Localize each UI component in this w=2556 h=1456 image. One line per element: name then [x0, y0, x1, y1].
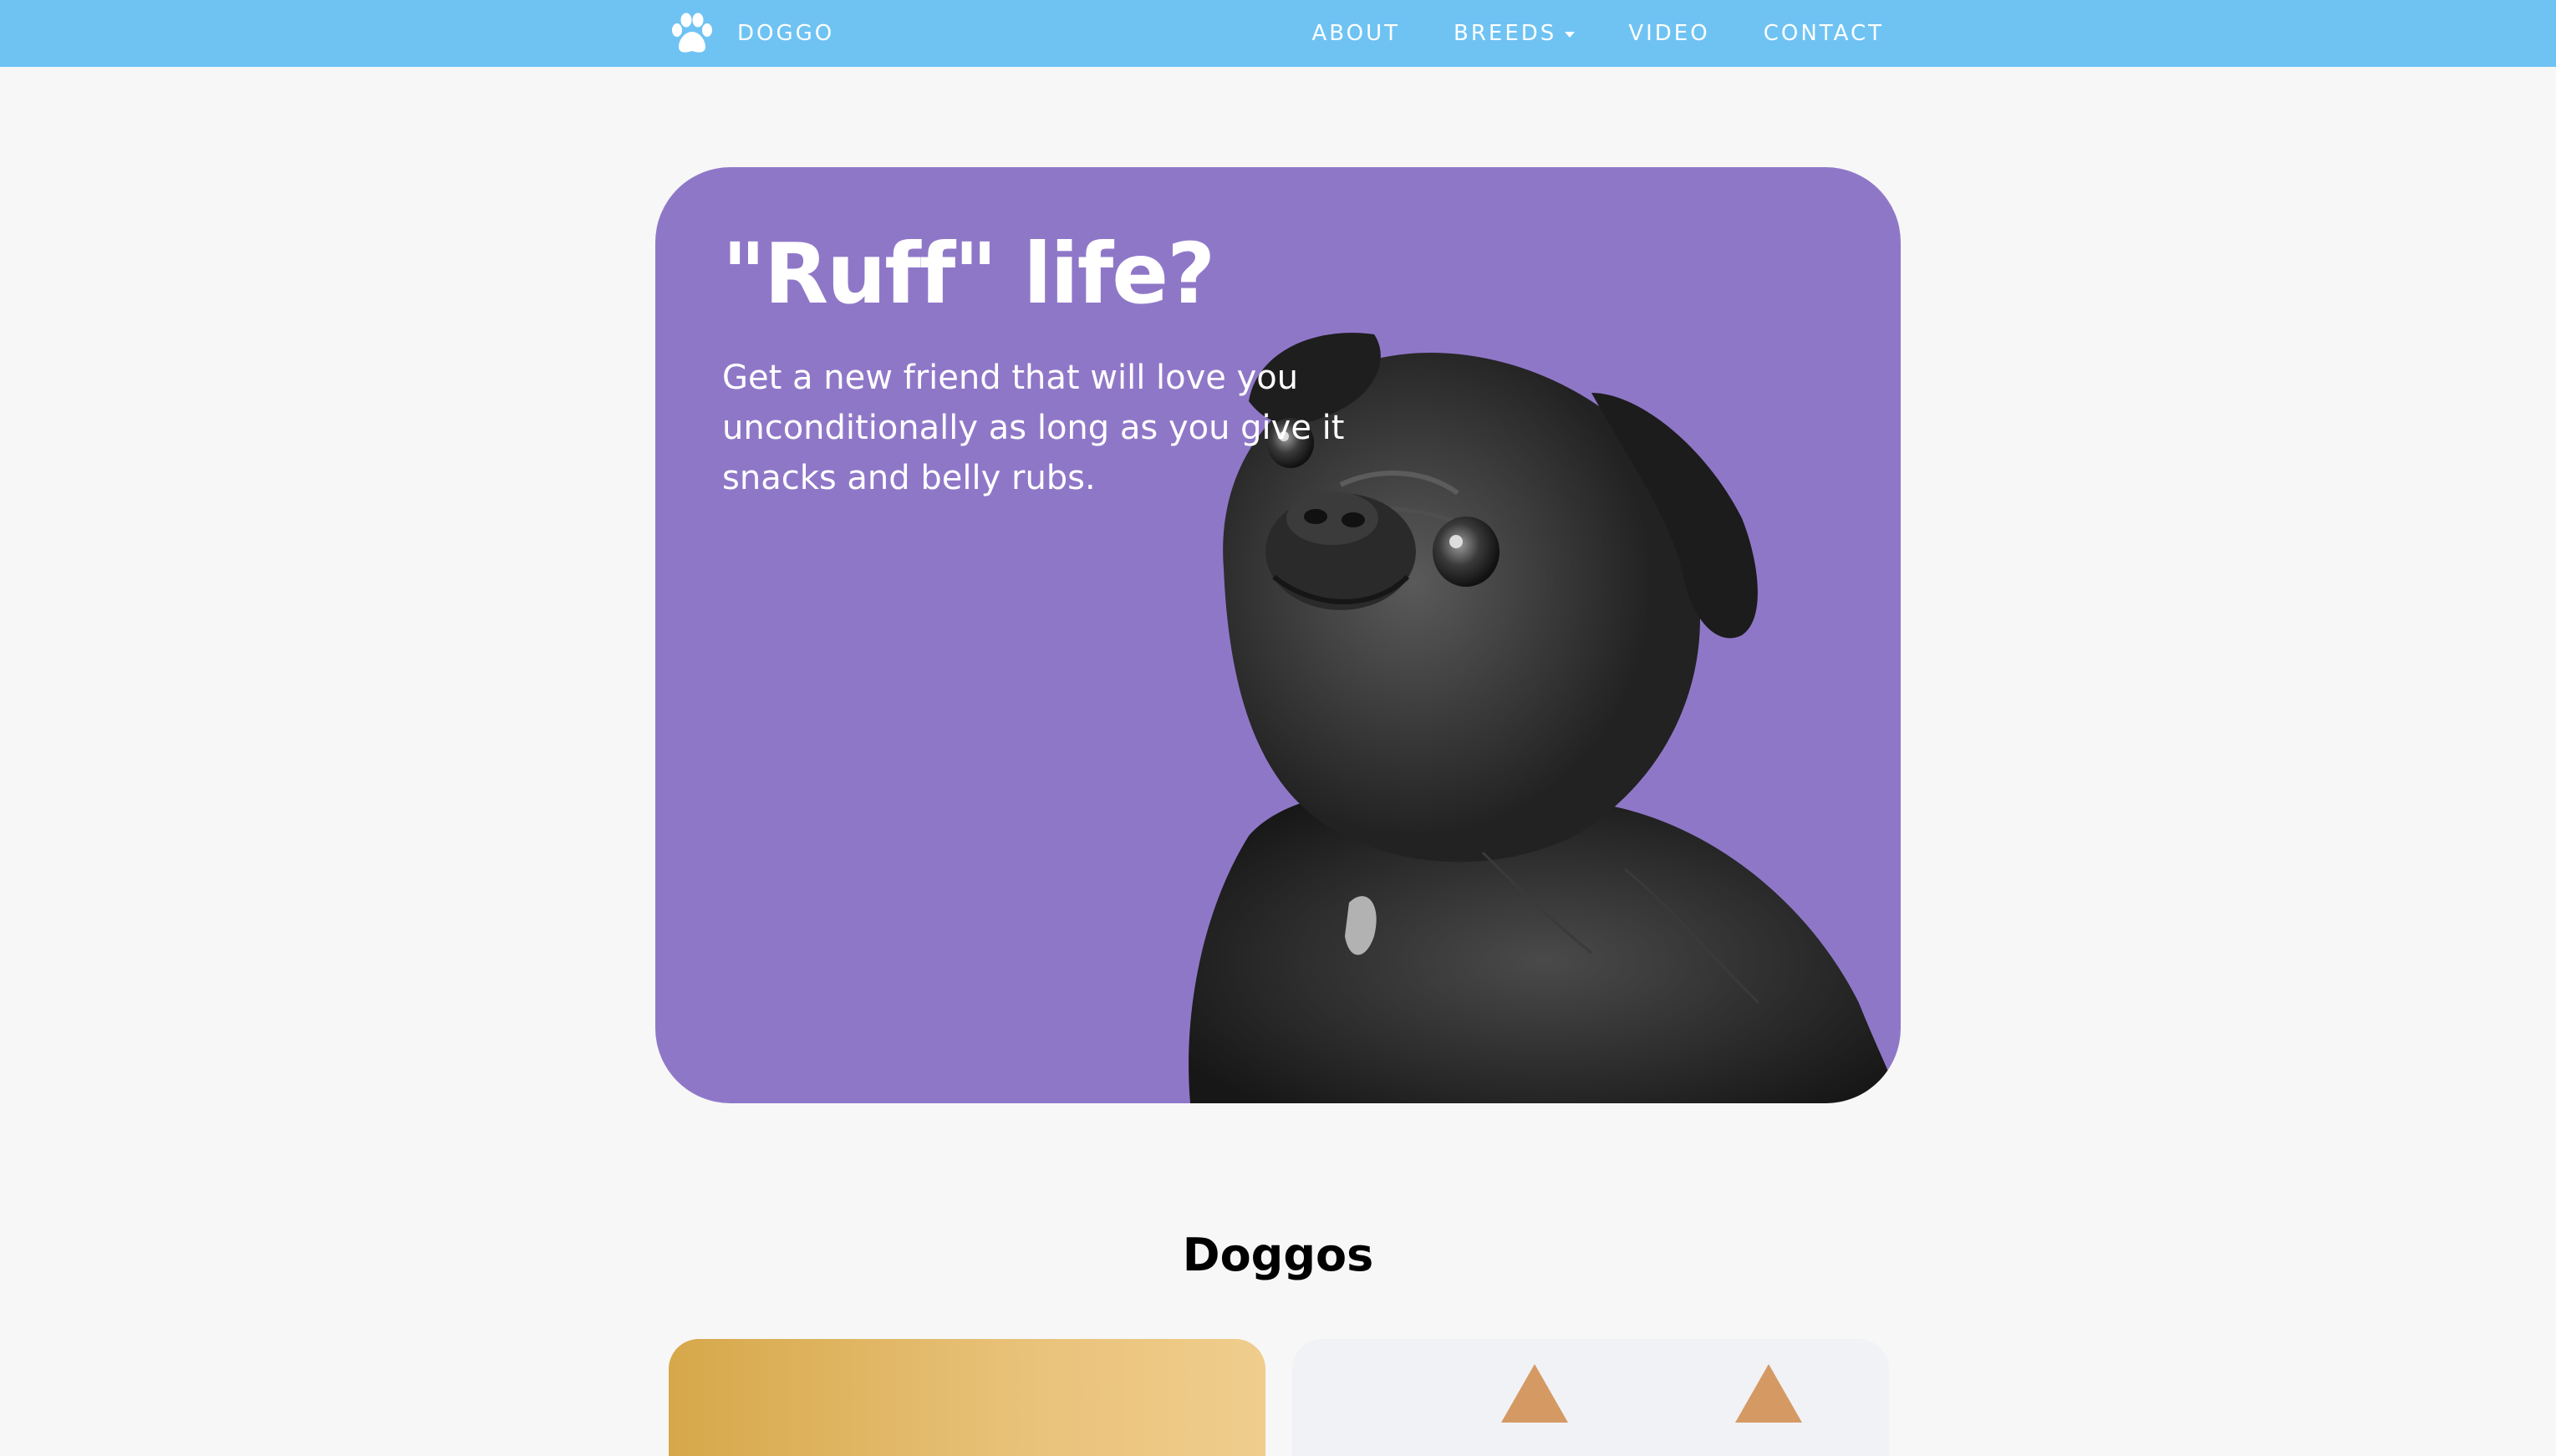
hero-banner: "Ruff" life? Get a new friend that will …	[655, 167, 1901, 1103]
caret-down-icon	[1565, 31, 1576, 38]
paw-icon	[669, 10, 715, 57]
corgi-image	[1292, 1339, 1889, 1456]
brand-link[interactable]: DOGGO	[669, 0, 834, 67]
nav-link-breeds[interactable]: BREEDS	[1454, 21, 1576, 46]
nav-link-contact[interactable]: CONTACT	[1764, 21, 1884, 46]
section-title: Doggos	[1182, 1229, 1374, 1281]
nav-link-video[interactable]: VIDEO	[1628, 21, 1709, 46]
hero-text: Get a new friend that will love you unco…	[722, 359, 1345, 497]
nav-links: ABOUT BREEDS VIDEO CONTACT	[1311, 0, 1884, 67]
dog-card[interactable]	[669, 1339, 1265, 1456]
hero-title: "Ruff" life?	[722, 225, 1215, 323]
nav-link-about[interactable]: ABOUT	[1311, 21, 1400, 46]
dog-card[interactable]	[1292, 1339, 1889, 1456]
navbar: DOGGO ABOUT BREEDS VIDEO CONTACT	[0, 0, 2556, 67]
golden-dog-image	[669, 1339, 1265, 1456]
nav-link-breeds-label: BREEDS	[1454, 21, 1557, 46]
brand-name: DOGGO	[737, 21, 835, 46]
